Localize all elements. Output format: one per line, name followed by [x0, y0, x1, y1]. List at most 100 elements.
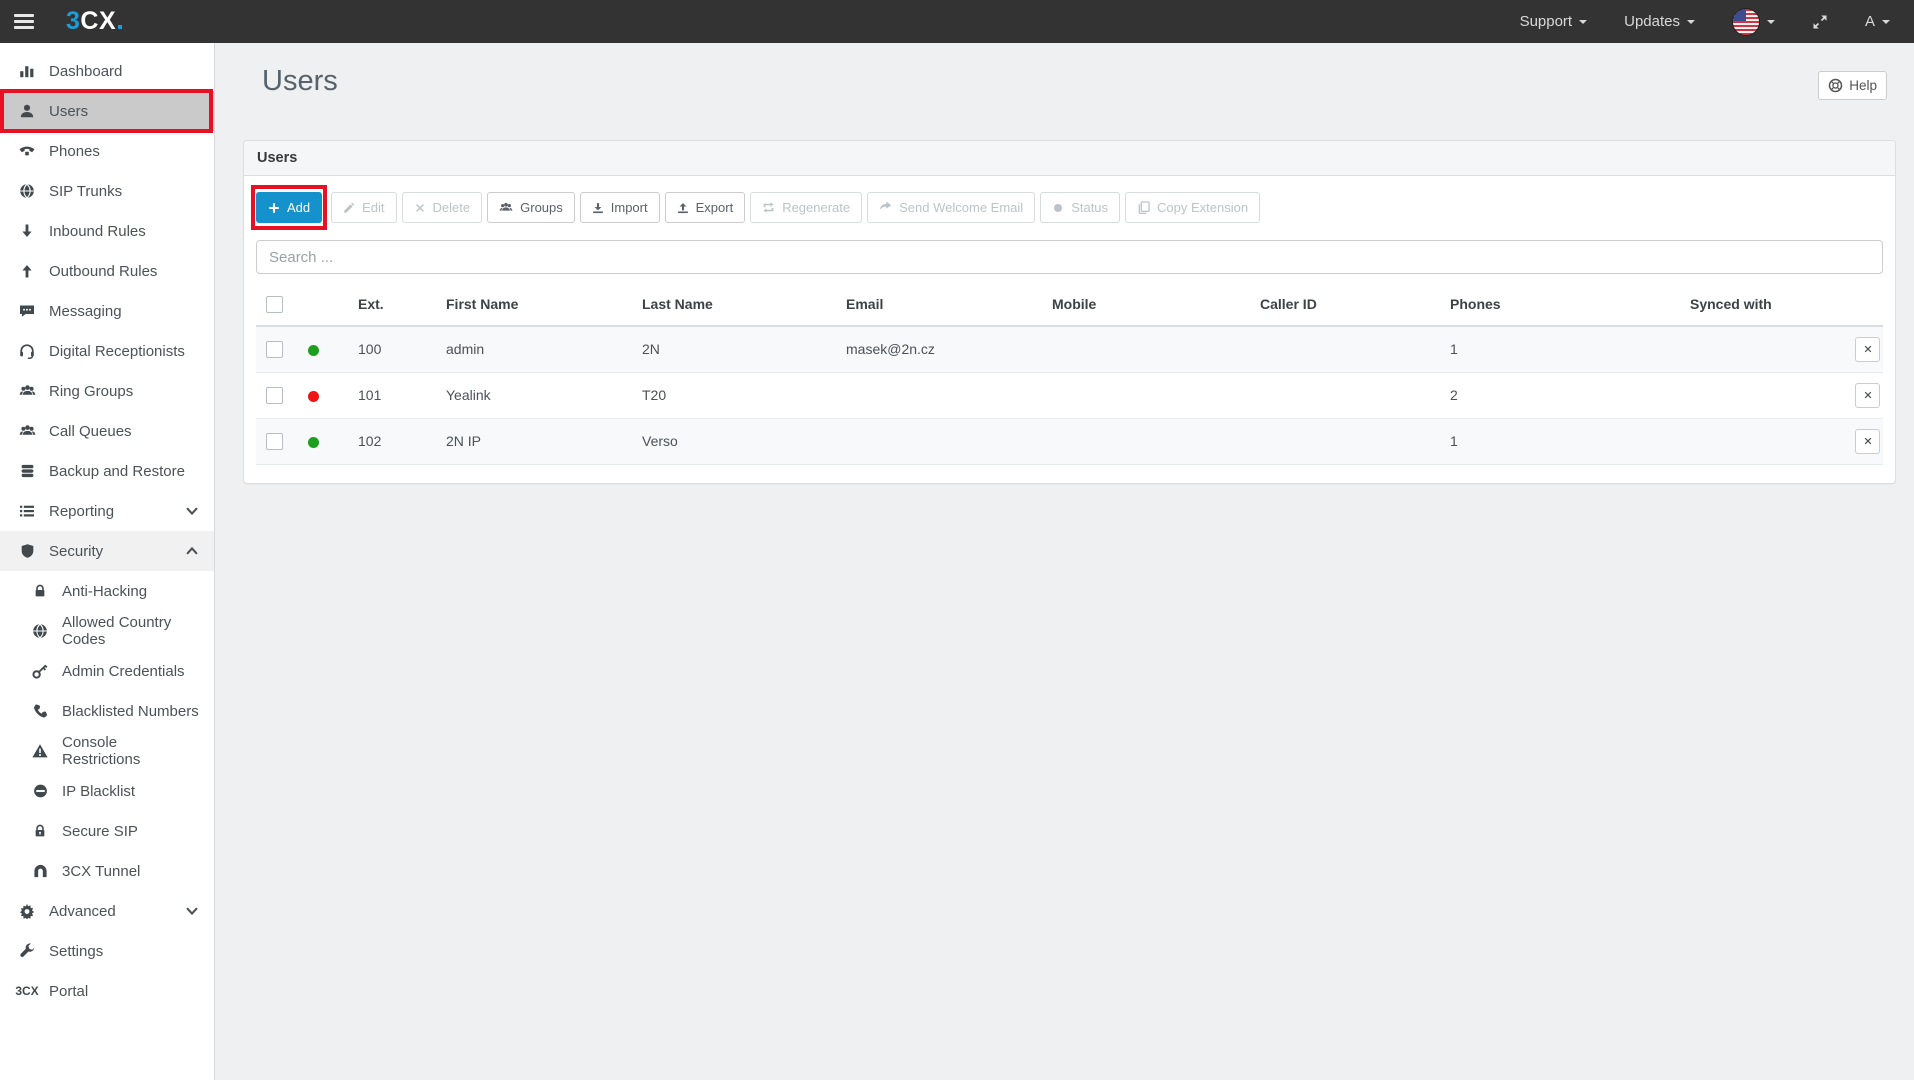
- 3cx-logo-icon: 3CX: [17, 984, 37, 998]
- sidebar-item-3cx-tunnel[interactable]: 3CX Tunnel: [0, 851, 214, 891]
- pencil-icon: [343, 202, 355, 214]
- brand-3: 3: [66, 7, 80, 36]
- x-icon: [414, 202, 426, 214]
- sidebar-item-settings[interactable]: Settings: [0, 931, 214, 971]
- wrench-icon: [17, 943, 37, 959]
- help-button[interactable]: Help: [1818, 71, 1887, 100]
- chevron-down-icon: [1579, 20, 1587, 24]
- row-checkbox[interactable]: [266, 341, 283, 358]
- sidebar-item-label: Reporting: [49, 503, 185, 520]
- sidebar-item-users[interactable]: Users: [0, 91, 214, 131]
- sidebar-item-sip-trunks[interactable]: SIP Trunks: [0, 171, 214, 211]
- column-header-mobile[interactable]: Mobile: [1044, 286, 1252, 326]
- fullscreen-button[interactable]: [1812, 14, 1828, 30]
- status-button[interactable]: Status: [1040, 192, 1120, 223]
- us-flag-icon: [1732, 8, 1760, 36]
- add-button[interactable]: Add: [256, 192, 322, 223]
- page-title: Users: [262, 65, 338, 98]
- column-header-last-name[interactable]: Last Name: [634, 286, 838, 326]
- refresh-icon: [762, 201, 775, 214]
- cell-email: [838, 418, 1044, 464]
- sidebar-item-security[interactable]: Security: [0, 531, 214, 571]
- row-checkbox[interactable]: [266, 433, 283, 450]
- cell-mobile: [1044, 418, 1252, 464]
- sidebar-item-ip-blacklist[interactable]: IP Blacklist: [0, 771, 214, 811]
- sidebar-item-outbound-rules[interactable]: Outbound Rules: [0, 251, 214, 291]
- remove-row-button[interactable]: [1855, 429, 1880, 454]
- menu-toggle-icon[interactable]: [14, 11, 34, 32]
- copy-extension-button[interactable]: Copy Extension: [1125, 192, 1260, 223]
- key-icon: [30, 663, 50, 679]
- column-header-ext[interactable]: Ext.: [350, 286, 438, 326]
- cell-first-name: admin: [438, 326, 634, 373]
- search-input[interactable]: [256, 240, 1883, 274]
- sidebar-item-messaging[interactable]: Messaging: [0, 291, 214, 331]
- globe-icon: [17, 183, 37, 199]
- table-row[interactable]: 101 Yealink T20 2: [256, 372, 1883, 418]
- sidebar: Dashboard Users Phones SIP Trunks Inboun…: [0, 43, 215, 1080]
- brand-cx: CX: [80, 7, 116, 36]
- sidebar-security-submenu: Anti-Hacking Allowed Country Codes Admin…: [0, 571, 214, 891]
- sidebar-item-allowed-country-codes[interactable]: Allowed Country Codes: [0, 611, 214, 651]
- sidebar-item-advanced[interactable]: Advanced: [0, 891, 214, 931]
- sidebar-item-label: Allowed Country Codes: [62, 614, 199, 648]
- groups-button[interactable]: Groups: [487, 192, 575, 223]
- table-row[interactable]: 102 2N IP Verso 1: [256, 418, 1883, 464]
- sidebar-item-call-queues[interactable]: Call Queues: [0, 411, 214, 451]
- admin-menu-label: A: [1865, 13, 1875, 30]
- plus-icon: [268, 202, 280, 214]
- sidebar-item-console-restrictions[interactable]: Console Restrictions: [0, 731, 214, 771]
- support-menu[interactable]: Support: [1520, 13, 1588, 30]
- sidebar-item-label: Security: [49, 543, 185, 560]
- language-menu[interactable]: [1732, 8, 1775, 36]
- copy-icon: [1137, 201, 1150, 214]
- import-button[interactable]: Import: [580, 192, 660, 223]
- cell-last-name: T20: [634, 372, 838, 418]
- sidebar-item-digital-receptionists[interactable]: Digital Receptionists: [0, 331, 214, 371]
- sidebar-item-label: Anti-Hacking: [62, 583, 199, 600]
- sidebar-item-anti-hacking[interactable]: Anti-Hacking: [0, 571, 214, 611]
- updates-menu[interactable]: Updates: [1624, 13, 1695, 30]
- cell-last-name: 2N: [634, 326, 838, 373]
- sidebar-item-dashboard[interactable]: Dashboard: [0, 51, 214, 91]
- column-header-synced-with[interactable]: Synced with: [1682, 286, 1837, 326]
- column-header-caller-id[interactable]: Caller ID: [1252, 286, 1442, 326]
- download-icon: [592, 202, 604, 214]
- regenerate-button[interactable]: Regenerate: [750, 192, 862, 223]
- share-arrow-icon: [879, 201, 892, 214]
- gear-icon: [17, 903, 37, 919]
- help-button-label: Help: [1849, 78, 1877, 93]
- edit-button[interactable]: Edit: [331, 192, 396, 223]
- cell-email: [838, 372, 1044, 418]
- chevron-down-icon: [1882, 20, 1890, 24]
- expand-arrows-icon: [1812, 14, 1828, 30]
- column-header-phones[interactable]: Phones: [1442, 286, 1682, 326]
- sidebar-item-blacklisted-numbers[interactable]: Blacklisted Numbers: [0, 691, 214, 731]
- column-header-email[interactable]: Email: [838, 286, 1044, 326]
- table-row[interactable]: 100 admin 2N masek@2n.cz 1: [256, 326, 1883, 373]
- row-checkbox[interactable]: [266, 387, 283, 404]
- sidebar-item-inbound-rules[interactable]: Inbound Rules: [0, 211, 214, 251]
- delete-button[interactable]: Delete: [402, 192, 483, 223]
- headset-icon: [17, 343, 37, 359]
- sidebar-item-ring-groups[interactable]: Ring Groups: [0, 371, 214, 411]
- sidebar-item-reporting[interactable]: Reporting: [0, 491, 214, 531]
- sidebar-item-label: Admin Credentials: [62, 663, 199, 680]
- brand-logo[interactable]: 3CX: [66, 7, 122, 36]
- remove-row-button[interactable]: [1855, 383, 1880, 408]
- sidebar-item-phones[interactable]: Phones: [0, 131, 214, 171]
- sidebar-item-admin-credentials[interactable]: Admin Credentials: [0, 651, 214, 691]
- export-button[interactable]: Export: [665, 192, 746, 223]
- sidebar-item-portal[interactable]: 3CX Portal: [0, 971, 214, 1011]
- cell-phones: 2: [1442, 372, 1682, 418]
- cell-phones: 1: [1442, 418, 1682, 464]
- select-all-checkbox[interactable]: [266, 296, 283, 313]
- sidebar-item-backup-restore[interactable]: Backup and Restore: [0, 451, 214, 491]
- send-welcome-email-button[interactable]: Send Welcome Email: [867, 192, 1035, 223]
- phone-handset-icon: [30, 703, 50, 719]
- column-header-first-name[interactable]: First Name: [438, 286, 634, 326]
- remove-row-button[interactable]: [1855, 337, 1880, 362]
- admin-menu[interactable]: A: [1865, 13, 1890, 30]
- sidebar-item-secure-sip[interactable]: Secure SIP: [0, 811, 214, 851]
- column-header-actions: [1837, 286, 1883, 326]
